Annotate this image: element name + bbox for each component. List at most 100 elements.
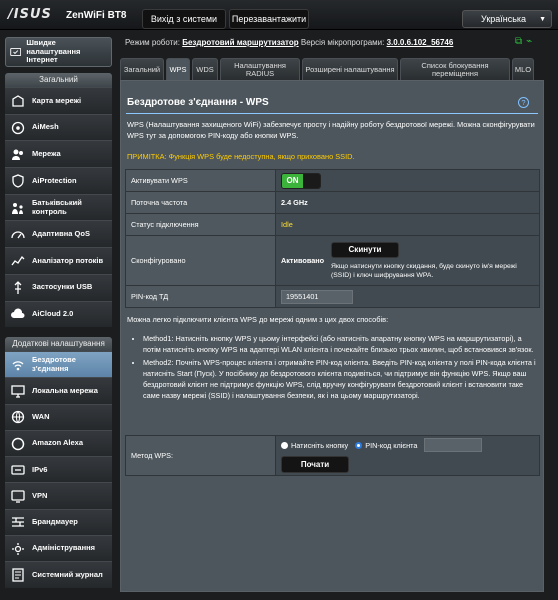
ap-pin-value: 19551401 xyxy=(281,289,353,304)
sidebar-item-label: Застосунки USB xyxy=(32,282,93,292)
sidebar-item-wan[interactable]: WAN xyxy=(5,403,112,430)
network-status-icon[interactable]: ⧉ xyxy=(515,36,522,47)
system-log-icon xyxy=(10,567,26,583)
connection-status-label: Статус підключення xyxy=(125,213,276,236)
sidebar-general: Загальний Карта мережі AiMesh Мережа AiProt… xyxy=(5,73,112,328)
method2-text: Method2: Почніть WPS-процес клієнта і от… xyxy=(143,357,537,401)
configured-label: Сконфігуровано xyxy=(125,235,276,286)
row-configured: Сконфігуровано Активовано Скинути Якщо н… xyxy=(125,235,540,286)
asus-logo: /ISUS xyxy=(8,7,52,22)
row-enable-wps: Активувати WPS ON xyxy=(125,169,540,192)
row-frequency: Поточна частота 2.4 GHz xyxy=(125,191,540,214)
sidebar-item-network-map[interactable]: Карта мережі xyxy=(5,87,112,114)
page-title: Бездротове з'єднання - WPS xyxy=(127,97,269,108)
ipv6-icon xyxy=(10,462,26,478)
network-map-icon xyxy=(10,93,26,109)
row-connection-status: Статус підключення Idle xyxy=(125,213,540,236)
sidebar-item-label: IPv6 xyxy=(32,464,48,474)
sidebar-item-ipv6[interactable]: IPv6 xyxy=(5,456,112,483)
row-wps-method: Метод WPS: Натисніть кнопку PIN-код кліє… xyxy=(125,435,540,476)
language-select[interactable]: Українська ▼ xyxy=(462,10,552,28)
reset-button[interactable]: Скинути xyxy=(331,241,399,258)
sidebar-item-vpn[interactable]: VPN xyxy=(5,482,112,509)
sidebar-item-label: AiMesh xyxy=(32,122,59,132)
method-list: Method1: Натисніть кнопку WPS у цьому ін… xyxy=(135,333,537,403)
qos-icon xyxy=(10,226,26,242)
sidebar-item-label: Адміністрування xyxy=(32,543,96,553)
frequency-label: Поточна частота xyxy=(125,191,276,214)
quick-internet-setup[interactable]: Швидке налаштування Інтернет xyxy=(5,37,112,67)
aicloud-icon xyxy=(10,306,26,322)
sidebar-item-label: Брандмауер xyxy=(32,517,78,527)
sidebar-item-label: Мережа xyxy=(32,148,61,158)
help-icon[interactable]: ? xyxy=(518,97,529,108)
quick-setup-icon xyxy=(10,47,22,57)
wps-toggle[interactable]: ON xyxy=(281,172,321,189)
sidebar-item-parental-control[interactable]: Батьківський контроль xyxy=(5,193,112,221)
chevron-down-icon: ▼ xyxy=(539,15,546,23)
traffic-analyzer-icon xyxy=(10,253,26,269)
wps-method-label: Метод WPS: xyxy=(125,435,276,476)
ssid-note: ПРИМІТКА: Функція WPS буде недоступна, я… xyxy=(127,152,355,161)
title-divider xyxy=(126,113,538,114)
sidebar-item-label: Аналізатор потоків xyxy=(32,255,104,265)
sidebar-item-firewall[interactable]: Брандмауер xyxy=(5,508,112,536)
sidebar-item-aiprotection[interactable]: AiProtection xyxy=(5,167,112,194)
firmware-value[interactable]: 3.0.0.6.102_56746 xyxy=(387,38,454,47)
wps-method-table: Метод WPS: Натисніть кнопку PIN-код кліє… xyxy=(125,435,540,476)
tab-general[interactable]: Загальний xyxy=(120,58,164,80)
tab-advanced-settings[interactable]: Розширені налаштування xyxy=(302,58,398,80)
page-description: WPS (Налаштування захищеного WiFi) забез… xyxy=(127,120,535,140)
sidebar-item-system-log[interactable]: Системний журнал xyxy=(5,561,112,588)
usb-status-icon[interactable]: ⌁ xyxy=(526,36,532,47)
client-pin-radio-label: PIN-код клієнта xyxy=(365,440,418,450)
start-button[interactable]: Почати xyxy=(281,456,349,473)
aimesh-icon xyxy=(10,120,26,136)
push-button-radio[interactable] xyxy=(281,441,288,449)
sidebar-item-guest-network[interactable]: Мережа xyxy=(5,140,112,168)
reboot-button[interactable]: Перезавантажити xyxy=(229,9,309,29)
sidebar-item-label: VPN xyxy=(32,490,48,500)
tab-roaming-block-list[interactable]: Список блокування переміщення xyxy=(400,58,510,80)
connect-howto: Можна легко підключити клієнта WPS до ме… xyxy=(127,315,389,324)
firewall-icon xyxy=(10,514,26,530)
quick-setup-label: Швидке налаштування Інтернет xyxy=(26,38,81,65)
tab-wps[interactable]: WPS xyxy=(166,58,190,80)
sidebar-general-heading: Загальний xyxy=(5,73,112,87)
sidebar-item-aicloud[interactable]: AiCloud 2.0 xyxy=(5,300,112,328)
tab-radius[interactable]: Налаштування RADIUS xyxy=(220,58,300,80)
logout-button[interactable]: Вихід з системи xyxy=(142,9,226,29)
status-line: Режим роботи: Бездротовий маршрутизатор … xyxy=(125,38,453,47)
configured-value: Активовано xyxy=(281,256,325,265)
status-icons: ⧉ ⌁ xyxy=(515,36,532,47)
sidebar-item-usb[interactable]: Застосунки USB xyxy=(5,273,112,301)
mode-value[interactable]: Бездротовий маршрутизатор xyxy=(182,38,298,47)
frequency-value: 2.4 GHz xyxy=(275,191,540,214)
sidebar-item-qos[interactable]: Адаптивна QoS xyxy=(5,220,112,248)
reset-hint: Якщо натиснути кнопку скидання, буде ски… xyxy=(331,262,517,279)
client-pin-input[interactable] xyxy=(423,438,482,452)
sidebar-item-lan[interactable]: Локальна мережа xyxy=(5,377,112,404)
sidebar-item-aimesh[interactable]: AiMesh xyxy=(5,113,112,141)
client-pin-radio[interactable] xyxy=(355,441,363,449)
sidebar-item-traffic-analyzer[interactable]: Аналізатор потоків xyxy=(5,247,112,274)
push-button-radio-label: Натисніть кнопку xyxy=(291,440,349,450)
sidebar-item-administration[interactable]: Адміністрування xyxy=(5,535,112,562)
sidebar-item-label: Системний журнал xyxy=(32,569,103,579)
sidebar-item-alexa[interactable]: Amazon Alexa xyxy=(5,429,112,457)
model-name: ZenWiFi BT8 xyxy=(66,10,127,21)
usb-icon xyxy=(10,280,26,296)
sidebar-item-label: WAN xyxy=(32,411,50,421)
wps-settings-table: Активувати WPS ON Поточна частота 2.4 GH… xyxy=(125,169,540,308)
firmware-label: Версія мікропрограми: xyxy=(300,38,385,47)
wireless-icon xyxy=(10,357,26,373)
mode-label: Режим роботи: xyxy=(125,38,180,47)
lan-icon xyxy=(10,383,26,399)
sidebar-item-wireless[interactable]: Бездротове з'єднання xyxy=(5,351,112,378)
ap-pin-label: PIN-код ТД xyxy=(125,285,276,308)
tab-wds[interactable]: WDS xyxy=(192,58,218,80)
toggle-on-label: ON xyxy=(282,173,303,188)
tab-mlo[interactable]: MLO xyxy=(512,58,534,80)
sidebar-item-label: Батьківський контроль xyxy=(32,198,82,216)
method1-text: Method1: Натисніть кнопку WPS у цьому ін… xyxy=(143,333,537,355)
